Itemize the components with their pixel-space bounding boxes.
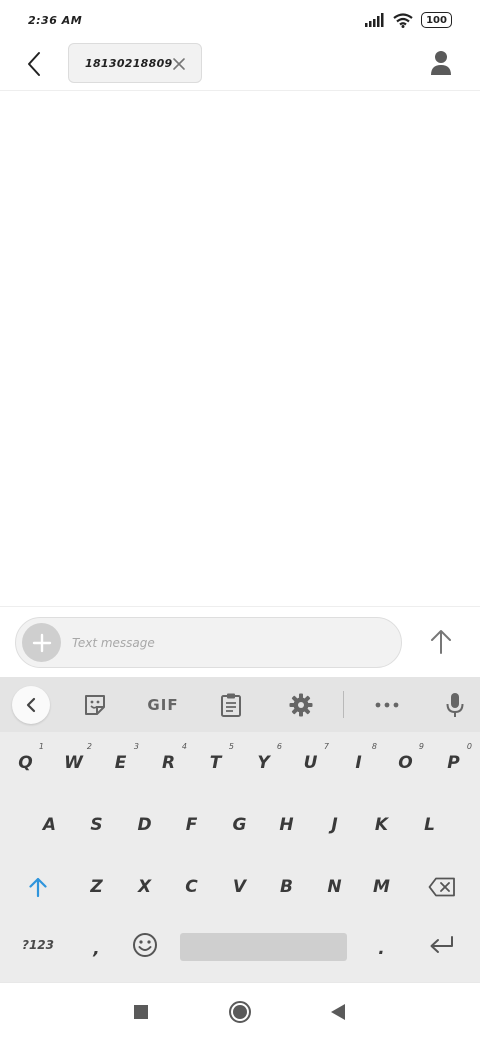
chevron-left-icon (26, 697, 36, 713)
wifi-icon (393, 12, 413, 28)
battery-level: 100 (426, 14, 447, 26)
key-k[interactable]: K (359, 800, 404, 850)
backspace-key[interactable] (414, 862, 470, 912)
comma-key[interactable]: , (74, 924, 119, 974)
key-g[interactable]: G (217, 800, 262, 850)
key-r[interactable]: R4 (146, 738, 191, 788)
key-b[interactable]: B (264, 862, 309, 912)
close-icon[interactable] (171, 56, 187, 72)
gear-icon (289, 693, 313, 717)
period-key[interactable]: . (359, 924, 404, 974)
key-o[interactable]: O9 (383, 738, 428, 788)
spacebar[interactable] (180, 933, 347, 961)
key-l[interactable]: L (407, 800, 452, 850)
send-arrow-icon (431, 630, 451, 654)
back-button[interactable] (18, 48, 50, 80)
key-s[interactable]: S (74, 800, 119, 850)
key-f[interactable]: F (169, 800, 214, 850)
back-triangle-icon (331, 1004, 345, 1020)
key-q[interactable]: Q1 (3, 738, 48, 788)
key-i[interactable]: I8 (336, 738, 381, 788)
collapse-toolbar-button[interactable] (12, 686, 50, 724)
key-y[interactable]: Y6 (241, 738, 286, 788)
recents-button[interactable] (128, 999, 154, 1025)
clipboard-icon (221, 693, 241, 717)
gif-label: GIF (147, 696, 179, 714)
emoji-icon (132, 933, 157, 957)
compose-field[interactable] (15, 617, 402, 668)
enter-icon (430, 936, 453, 953)
keyboard-toolbar: GIF (0, 677, 480, 732)
emoji-key[interactable] (122, 920, 167, 970)
signal-icon (365, 13, 384, 27)
gif-button[interactable]: GIF (143, 688, 183, 722)
keyboard: GIF Q 1 W 2 E 3 R 4 T 5 Y 6 U 7 I 8 O 9 … (0, 677, 480, 982)
key-p[interactable]: P0 (431, 738, 476, 788)
plus-icon (32, 633, 51, 652)
more-button[interactable] (370, 688, 404, 722)
backspace-icon (428, 877, 455, 897)
toolbar-divider (343, 691, 344, 718)
more-icon (375, 702, 399, 708)
recipient-chip[interactable]: 18130218809 (68, 43, 202, 83)
key-h[interactable]: H (264, 800, 309, 850)
send-button[interactable] (424, 625, 458, 659)
compose-bar (0, 606, 480, 676)
message-input[interactable] (72, 632, 372, 654)
key-t[interactable]: T5 (193, 738, 238, 788)
status-time: 2:36 AM (28, 14, 83, 27)
attach-button[interactable] (22, 623, 61, 662)
mic-icon (446, 693, 464, 717)
status-bar: 2:36 AM 100 (0, 0, 480, 42)
voice-input-button[interactable] (440, 688, 470, 722)
back-arrow-icon (28, 52, 40, 76)
status-icons: 100 (365, 12, 452, 28)
nav-back-button[interactable] (325, 999, 351, 1025)
home-button[interactable] (227, 999, 253, 1025)
sticker-icon (85, 695, 105, 715)
key-a[interactable]: A (27, 800, 72, 850)
sticker-button[interactable] (78, 688, 112, 722)
key-d[interactable]: D (122, 800, 167, 850)
key-z[interactable]: Z (74, 862, 119, 912)
recipient-number: 18130218809 (85, 56, 173, 70)
contact-icon (431, 51, 451, 75)
key-v[interactable]: V (217, 862, 262, 912)
conversation-header: 18130218809 (0, 42, 480, 91)
key-e[interactable]: E3 (98, 738, 143, 788)
key-c[interactable]: C (169, 862, 214, 912)
contact-button[interactable] (426, 48, 456, 78)
enter-key[interactable] (414, 920, 470, 970)
key-x[interactable]: X (122, 862, 167, 912)
key-w[interactable]: W2 (51, 738, 96, 788)
key-m[interactable]: M (359, 862, 404, 912)
messages-area (0, 92, 480, 606)
home-circle-icon (229, 1001, 251, 1023)
navigation-bar (0, 982, 480, 1040)
key-u[interactable]: U7 (288, 738, 333, 788)
key-n[interactable]: N (312, 862, 357, 912)
recents-square-icon (134, 1005, 148, 1019)
settings-button[interactable] (284, 688, 318, 722)
symbols-key[interactable]: ?123 (10, 920, 66, 970)
battery-icon: 100 (421, 12, 452, 28)
clipboard-button[interactable] (214, 688, 248, 722)
shift-key[interactable] (10, 862, 66, 912)
key-j[interactable]: J (312, 800, 357, 850)
shift-arrow-icon (29, 877, 47, 898)
